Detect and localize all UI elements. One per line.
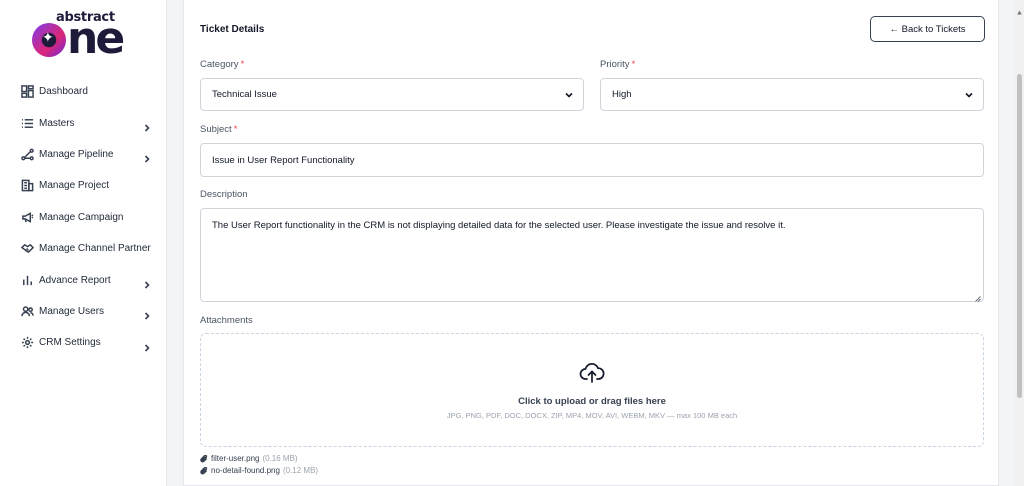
priority-label: Priority * <box>600 59 636 70</box>
scroll-down-arrow-icon[interactable] <box>1017 479 1022 484</box>
megaphone-icon <box>20 210 34 224</box>
sidebar-item-label: Manage Project <box>39 180 110 192</box>
attachment-size: (0.16 MB) <box>262 454 298 463</box>
upload-instruction: Click to upload or drag files here <box>518 396 666 407</box>
sidebar-item-manage-project[interactable]: Manage Project <box>0 170 167 201</box>
sidebar-item-manage-users[interactable]: Manage Users <box>0 296 167 327</box>
cloud-upload-icon <box>579 360 605 386</box>
sidebar-item-manage-campaign[interactable]: Manage Campaign <box>0 202 167 233</box>
scrollbar-thumb[interactable] <box>1017 74 1022 398</box>
category-label: Category * <box>200 59 245 70</box>
priority-select-value: High <box>612 89 632 100</box>
sidebar-item-label: Manage Campaign <box>39 211 124 223</box>
subject-input[interactable]: Issue in User Report Functionality <box>200 143 984 177</box>
description-label: Description <box>200 189 248 200</box>
required-mark: * <box>240 59 245 70</box>
attachment-file[interactable]: no-detail-found.png (0.12 MB) <box>200 466 318 475</box>
chevron-right-icon <box>143 150 151 164</box>
building-icon <box>20 179 34 193</box>
dashboard-icon <box>20 85 34 99</box>
list-icon <box>20 116 34 130</box>
abstract-one-logo[interactable]: abstract ✦ ne <box>30 8 140 62</box>
bar-chart-icon <box>20 273 34 287</box>
sidebar-item-label: Manage Channel Partner <box>39 243 151 255</box>
sidebar-nav: Dashboard Masters Manage Pipeline Manage… <box>0 76 167 359</box>
sidebar-item-manage-pipeline[interactable]: Manage Pipeline <box>0 139 167 170</box>
sidebar: abstract ✦ ne Dashboard Masters Manage Pi… <box>0 0 167 486</box>
resize-grip-icon[interactable] <box>975 293 981 302</box>
required-mark: * <box>233 124 238 135</box>
attachment-file[interactable]: filter-user.png (0.16 MB) <box>200 454 298 463</box>
description-textarea[interactable]: The User Report functionality in the CRM… <box>200 208 984 302</box>
pipeline-icon <box>20 147 34 161</box>
paperclip-icon <box>200 454 208 463</box>
required-mark: * <box>631 59 636 70</box>
gear-icon <box>20 336 34 350</box>
sidebar-item-crm-settings[interactable]: CRM Settings <box>0 327 167 358</box>
chevron-down-icon <box>564 90 574 100</box>
chevron-right-icon <box>143 276 151 289</box>
sidebar-item-masters[interactable]: Masters <box>0 107 167 138</box>
subject-label: Subject * <box>200 124 238 135</box>
scroll-up-arrow-icon[interactable] <box>1017 2 1022 15</box>
attachment-name: no-detail-found.png <box>211 466 280 475</box>
sidebar-item-label: Dashboard <box>39 86 88 98</box>
handshake-icon <box>20 242 34 256</box>
sidebar-item-label: Manage Users <box>39 305 105 317</box>
chevron-right-icon <box>143 119 151 132</box>
attachment-size: (0.12 MB) <box>282 466 319 475</box>
logo-text-big: ✦ ne <box>32 17 125 61</box>
attachment-name: filter-user.png <box>211 454 260 463</box>
category-select-value: Technical Issue <box>212 89 277 100</box>
sidebar-item-advance-report[interactable]: Advance Report <box>0 264 167 295</box>
sidebar-item-label: CRM Settings <box>39 337 101 349</box>
chevron-right-icon <box>143 307 151 320</box>
ticket-details-card: Ticket Details ← Back to Tickets Categor… <box>183 0 999 486</box>
sidebar-item-dashboard[interactable]: Dashboard <box>0 76 167 107</box>
sidebar-item-label: Advance Report <box>39 274 111 286</box>
logo-star-mark: ✦ <box>32 23 66 57</box>
description-text: The User Report functionality in the CRM… <box>212 220 786 231</box>
paperclip-icon <box>200 466 208 475</box>
attachments-label: Attachments <box>200 315 253 326</box>
upload-allowed-types: JPG, PNG, PDF, DOC, DOCX, ZIP, MP4, MOV,… <box>446 411 738 420</box>
sidebar-item-label: Masters <box>39 117 75 129</box>
back-to-tickets-button[interactable]: ← Back to Tickets <box>870 16 985 42</box>
page-scrollbar[interactable] <box>1015 0 1024 486</box>
chevron-right-icon <box>143 339 151 352</box>
sidebar-item-label: Manage Pipeline <box>39 148 114 160</box>
page-title: Ticket Details <box>200 24 265 35</box>
chevron-down-icon <box>964 90 974 100</box>
sidebar-item-manage-channel-partner[interactable]: Manage Channel Partner <box>0 233 167 264</box>
users-icon <box>20 304 34 318</box>
file-dropzone[interactable]: Click to upload or drag files here JPG, … <box>200 333 984 447</box>
category-select[interactable]: Technical Issue <box>200 78 584 111</box>
priority-select[interactable]: High <box>600 78 984 111</box>
